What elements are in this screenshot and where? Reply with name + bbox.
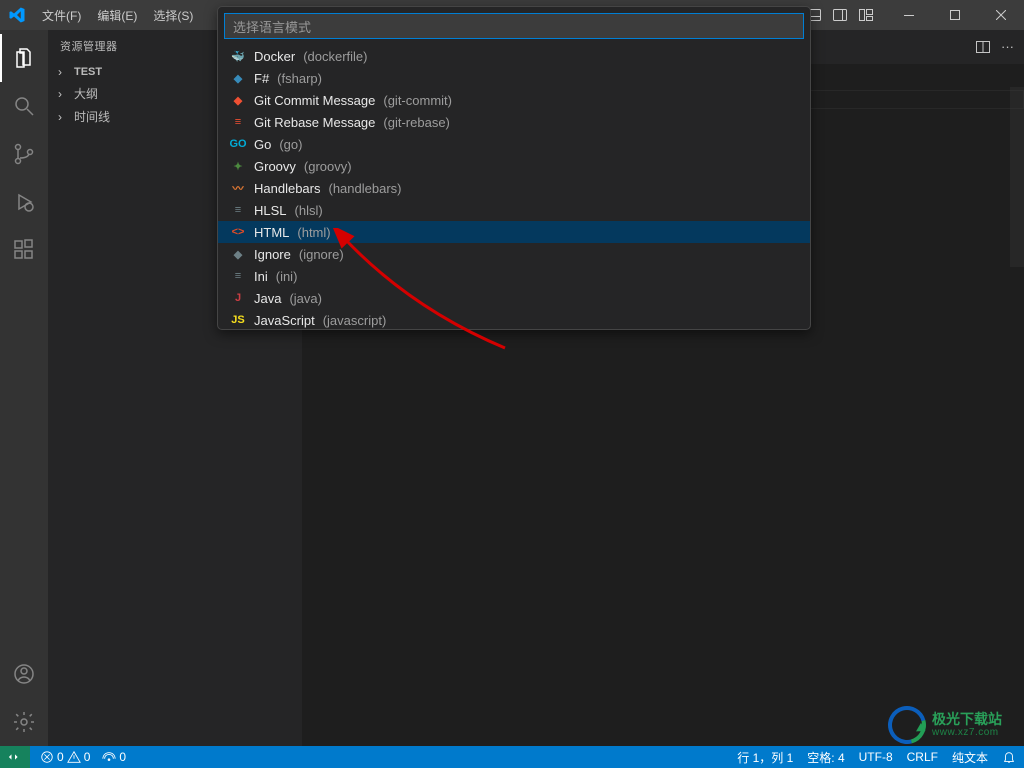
quickpick-item-go[interactable]: GOGo(go): [218, 133, 810, 155]
language-file-icon: ◆: [230, 246, 246, 262]
quickpick-item-javascript[interactable]: JSJavaScript(javascript): [218, 309, 810, 329]
language-file-icon: ✦: [230, 158, 246, 174]
activity-extensions[interactable]: [0, 226, 48, 274]
window-maximize[interactable]: [932, 0, 978, 30]
status-ports[interactable]: 0: [102, 750, 126, 764]
activity-search[interactable]: [0, 82, 48, 130]
activity-bar: [0, 30, 48, 746]
chevron-right-icon: ›: [58, 65, 70, 79]
language-file-icon: 🐳: [230, 48, 246, 64]
vscode-logo-icon: [8, 6, 26, 24]
quickpick-item-docker[interactable]: 🐳Docker(dockerfile): [218, 45, 810, 67]
quickpick-item-html[interactable]: <>HTML(html): [218, 221, 810, 243]
language-file-icon: 〰: [230, 180, 246, 196]
minimap-scrollbar[interactable]: [1010, 87, 1024, 267]
more-actions-icon[interactable]: ···: [1001, 39, 1014, 55]
language-file-icon: ≡: [230, 202, 246, 218]
quickpick-item-f-[interactable]: ◆F#(fsharp): [218, 67, 810, 89]
customize-layout-icon[interactable]: [854, 3, 878, 27]
activity-settings[interactable]: [0, 698, 48, 746]
watermark-swirl-icon: [881, 699, 933, 751]
quickpick-item-handlebars[interactable]: 〰Handlebars(handlebars): [218, 177, 810, 199]
menu-edit[interactable]: 编辑(E): [89, 0, 145, 30]
status-eol[interactable]: CRLF: [907, 750, 938, 764]
language-file-icon: ◆: [230, 92, 246, 108]
menu-select[interactable]: 选择(S): [145, 0, 201, 30]
language-file-icon: <>: [230, 224, 246, 240]
chevron-right-icon: ›: [58, 87, 70, 101]
activity-account[interactable]: [0, 650, 48, 698]
quickpick-item-java[interactable]: JJava(java): [218, 287, 810, 309]
quickpick-item-ignore[interactable]: ◆Ignore(ignore): [218, 243, 810, 265]
language-file-icon: JS: [230, 312, 246, 328]
status-bar: 0 0 0 行 1，列 1 空格: 4 UTF-8 CRLF 纯文本: [0, 746, 1024, 768]
quickpick-item-hlsl[interactable]: ≡HLSL(hlsl): [218, 199, 810, 221]
quickpick-item-ini[interactable]: ≡Ini(ini): [218, 265, 810, 287]
quickpick-list: 🐳Docker(dockerfile)◆F#(fsharp)◆Git Commi…: [218, 45, 810, 329]
quickpick-item-git-commit-message[interactable]: ◆Git Commit Message(git-commit): [218, 89, 810, 111]
split-editor-icon[interactable]: [975, 39, 991, 55]
quickpick-input[interactable]: 选择语言模式: [224, 13, 804, 39]
activity-explorer[interactable]: [0, 34, 48, 82]
status-problems[interactable]: 0 0: [40, 750, 90, 764]
language-file-icon: J: [230, 290, 246, 306]
language-file-icon: GO: [230, 136, 246, 152]
status-encoding[interactable]: UTF-8: [859, 750, 893, 764]
status-language[interactable]: 纯文本: [952, 749, 988, 766]
quickpick-item-groovy[interactable]: ✦Groovy(groovy): [218, 155, 810, 177]
status-line-col[interactable]: 行 1，列 1: [737, 749, 793, 766]
menu-file[interactable]: 文件(F): [34, 0, 89, 30]
activity-source-control[interactable]: [0, 130, 48, 178]
status-remote[interactable]: [0, 746, 30, 768]
language-file-icon: ◆: [230, 70, 246, 86]
language-file-icon: ≡: [230, 114, 246, 130]
window-minimize[interactable]: [886, 0, 932, 30]
chevron-right-icon: ›: [58, 110, 70, 124]
activity-debug[interactable]: [0, 178, 48, 226]
quickpick-item-git-rebase-message[interactable]: ≡Git Rebase Message(git-rebase): [218, 111, 810, 133]
window-close[interactable]: [978, 0, 1024, 30]
watermark: 极光下载站 www.xz7.com: [888, 706, 1002, 744]
language-file-icon: ≡: [230, 268, 246, 284]
status-indent[interactable]: 空格: 4: [807, 749, 844, 766]
language-mode-quickpick: 选择语言模式 🐳Docker(dockerfile)◆F#(fsharp)◆Gi…: [217, 6, 811, 330]
quickpick-placeholder: 选择语言模式: [233, 17, 311, 36]
status-notifications-icon[interactable]: [1002, 750, 1016, 764]
toggle-panel-right-icon[interactable]: [828, 3, 852, 27]
